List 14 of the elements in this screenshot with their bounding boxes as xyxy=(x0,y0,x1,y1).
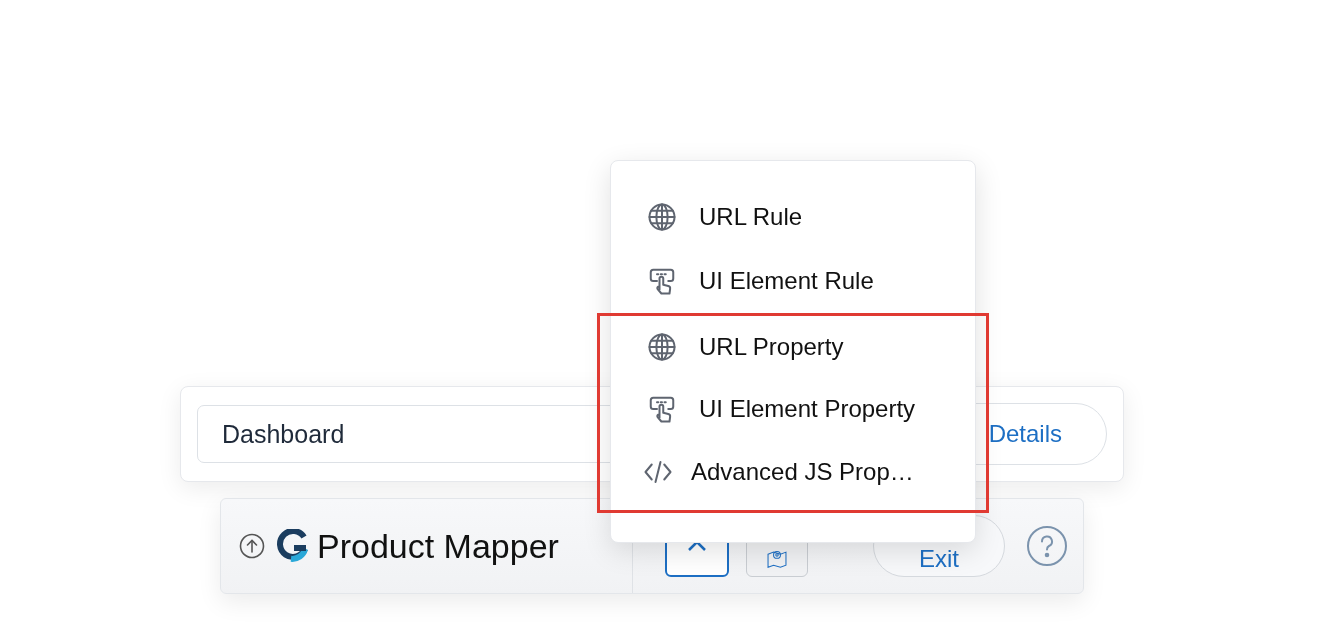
help-icon[interactable] xyxy=(1026,525,1068,567)
chevron-up-icon xyxy=(688,541,706,551)
menu-item[interactable]: URL Rule xyxy=(597,185,989,249)
pointer-hand-icon xyxy=(647,266,677,296)
menu-item[interactable]: UI Element Property xyxy=(597,377,989,441)
menu-item[interactable]: URL Property xyxy=(597,313,989,377)
map-icon xyxy=(767,548,787,568)
menu-item[interactable]: UI Element Rule xyxy=(597,249,989,313)
app-title: Product Mapper xyxy=(317,526,559,566)
menu-item[interactable]: Advanced JS Prop… xyxy=(597,441,989,513)
globe-icon xyxy=(647,202,677,232)
logo-icon xyxy=(277,529,309,563)
globe-icon xyxy=(647,331,677,362)
pointer-hand-icon xyxy=(647,394,677,424)
